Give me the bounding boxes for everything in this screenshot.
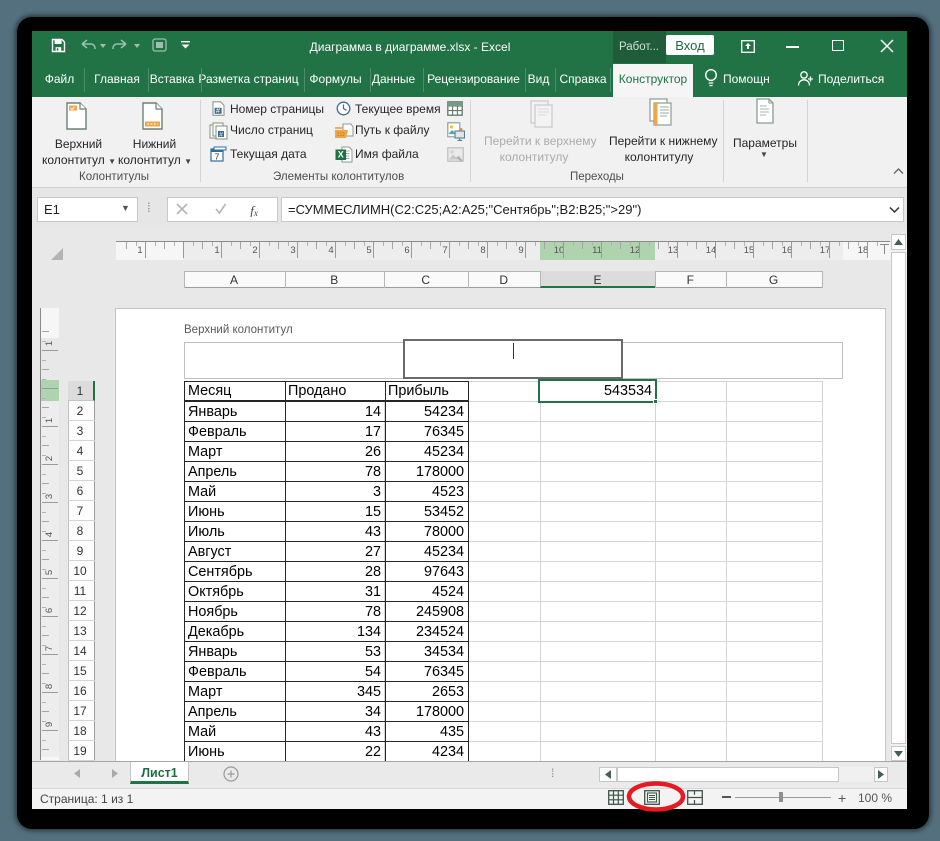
svg-text:7: 7 (215, 152, 220, 162)
svg-text:#: # (219, 131, 223, 138)
svg-text:fx: fx (250, 203, 258, 217)
svg-text:X: X (338, 150, 344, 160)
